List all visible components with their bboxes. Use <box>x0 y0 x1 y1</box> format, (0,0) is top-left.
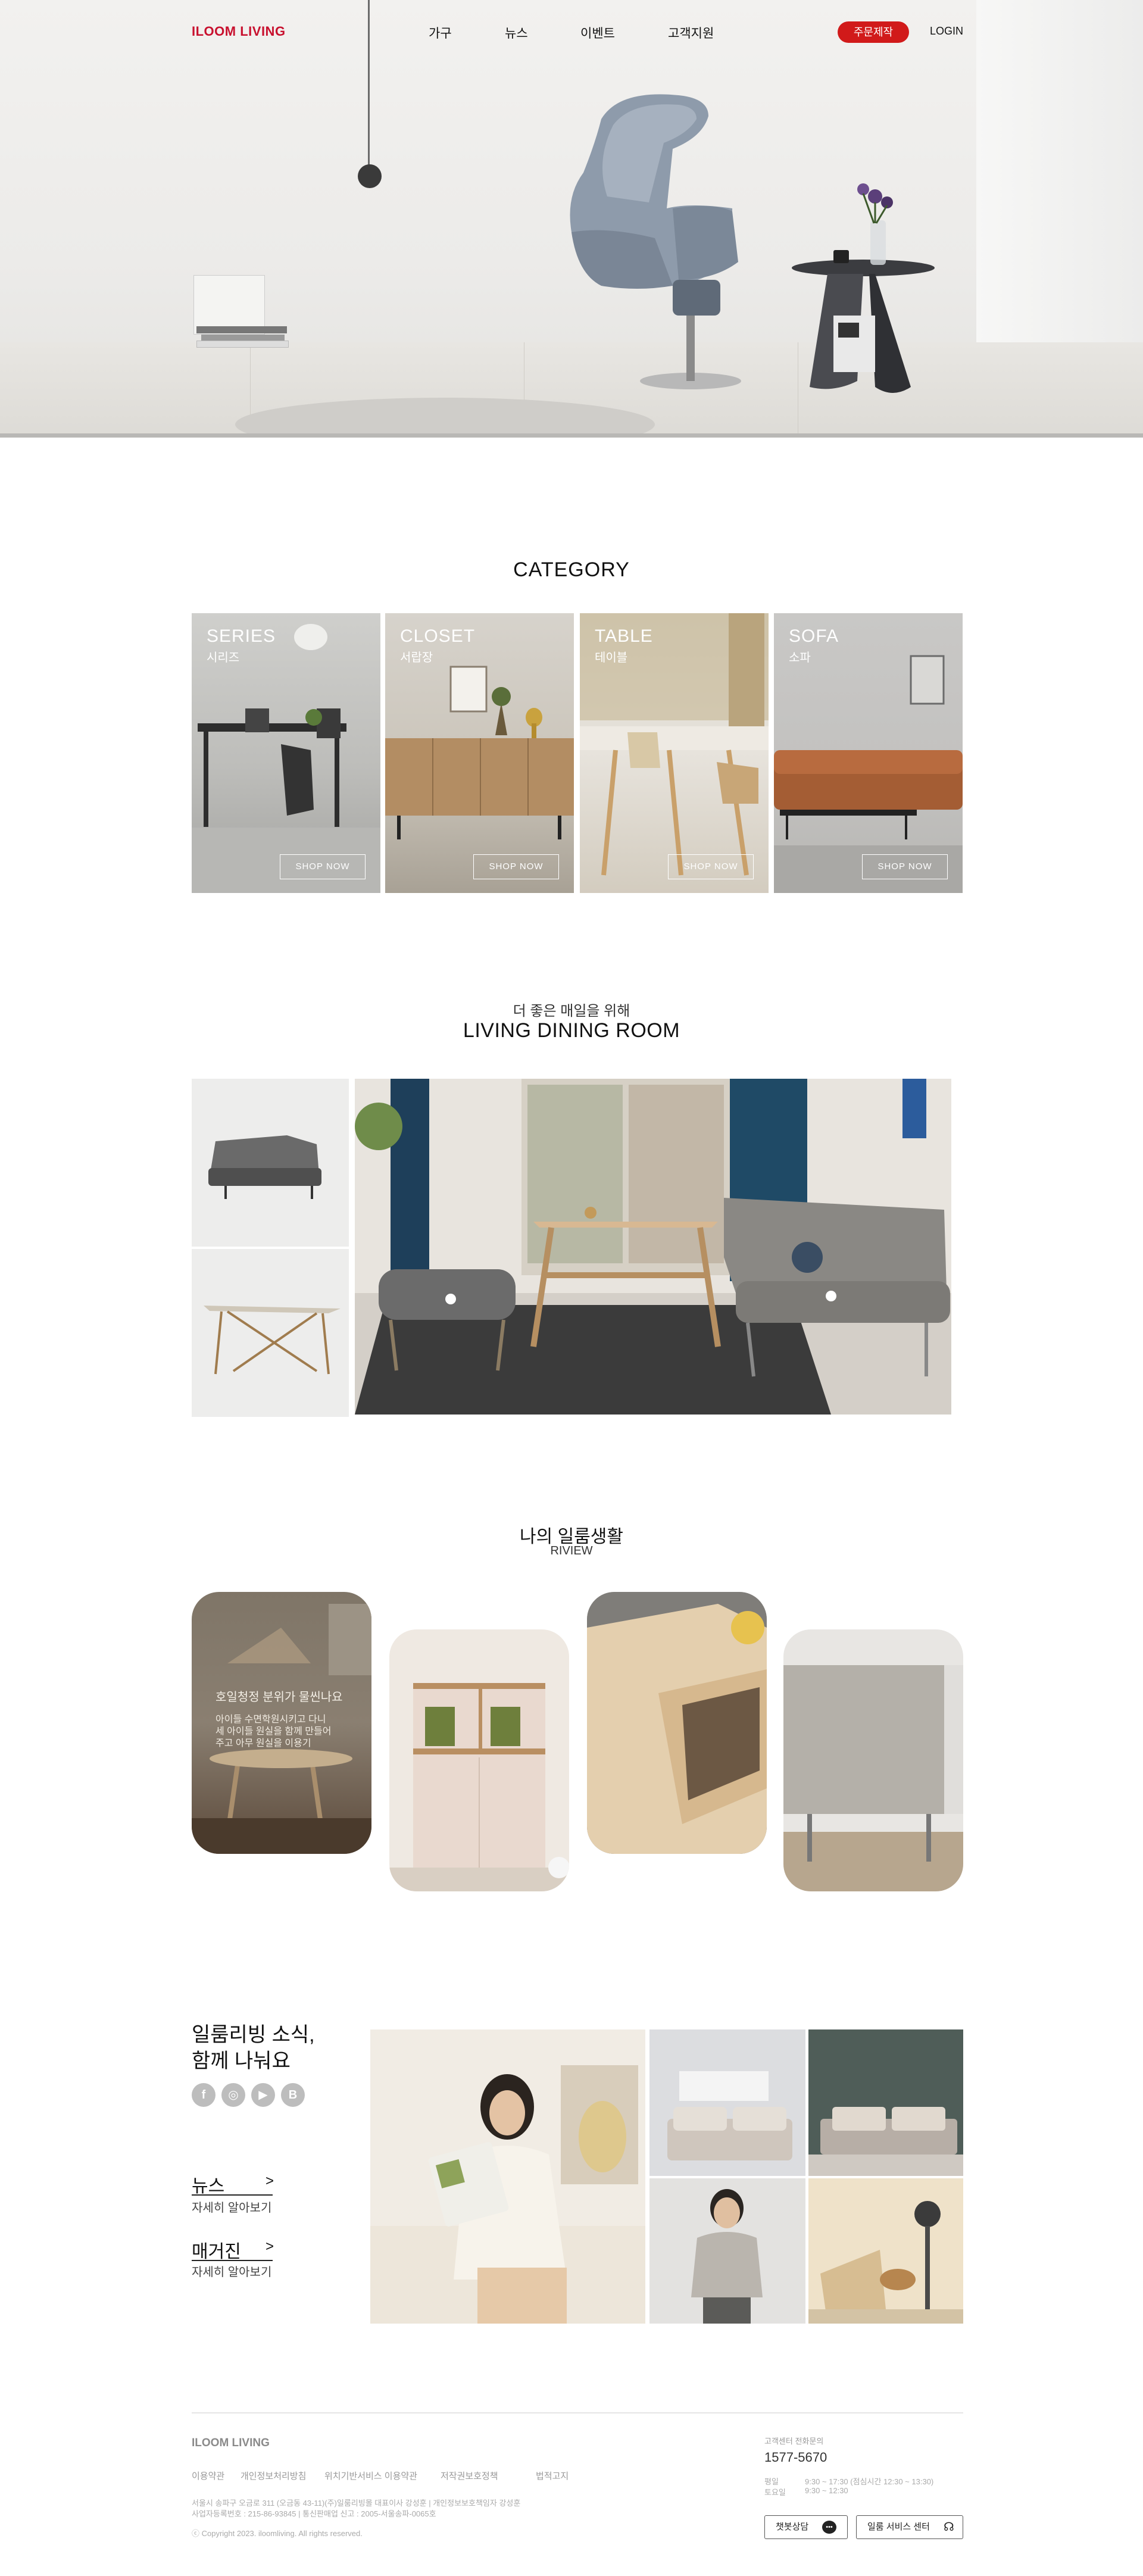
pendant-lamp <box>358 164 382 188</box>
nav-support[interactable]: 고객지원 <box>668 24 714 42</box>
category-card-sofa[interactable]: SOFA 소파 SHOP NOW <box>774 613 963 893</box>
category-title: CATEGORY <box>513 558 630 581</box>
chevron-right-icon[interactable]: > <box>266 2238 274 2255</box>
hero-banner: ILOOM LIVING 가구 뉴스 이벤트 고객지원 주문제작 LOGIN <box>0 0 1143 438</box>
thumb-sofa[interactable] <box>192 1079 349 1247</box>
hours-saturday: 9:30 ~ 12:30 <box>805 2486 848 2495</box>
category-en: TABLE <box>595 626 653 646</box>
review-text: 아이들 수면학원시키고 다니 세 아이들 원실을 함께 만들어 주고 아무 원실… <box>216 1715 332 1748</box>
logo[interactable]: ILOOM LIVING <box>192 24 286 39</box>
facebook-icon[interactable]: f <box>192 2083 216 2107</box>
news-heading: 일룸리빙 소식, 함께 나눠요 <box>192 2024 315 2072</box>
footer-copyright: ⓒ Copyright 2023. iloomliving. All right… <box>192 2529 363 2538</box>
lamp-cord <box>368 0 370 167</box>
footer-link-location[interactable]: 위치기반서비스 이용약관 <box>324 2469 417 2482</box>
category-ko: 서랍장 <box>400 651 433 664</box>
review-card[interactable] <box>587 1592 767 1854</box>
footer-divider <box>192 2412 963 2413</box>
login-link[interactable]: LOGIN <box>930 25 963 38</box>
shop-now-button[interactable]: SHOP NOW <box>668 854 754 879</box>
living-title: LIVING DINING ROOM <box>463 1019 680 1042</box>
cs-phone: 1577-5670 <box>764 2450 827 2465</box>
hero-divider <box>0 433 1143 438</box>
footer-link-copyright[interactable]: 저작권보호정책 <box>441 2469 498 2482</box>
order-button[interactable]: 주문제작 <box>838 21 909 43</box>
news-photo-bed[interactable] <box>649 2029 805 2176</box>
review-card[interactable] <box>783 1629 963 1891</box>
review-heading: 호일청정 분위가 물씬나요 <box>216 1691 343 1704</box>
nav-event[interactable]: 이벤트 <box>580 24 615 42</box>
review-card[interactable]: 호일청정 분위가 물씬나요 아이들 수면학원시키고 다니 세 아이들 원실을 함… <box>192 1592 371 1854</box>
news-link-underline <box>192 2194 273 2196</box>
hours-weekday: 9:30 ~ 17:30 (점심시간 12:30 ~ 13:30) <box>805 2477 934 2486</box>
hours-saturday-label: 토요일 <box>764 2488 786 2497</box>
news-link-sub[interactable]: 자세히 알아보기 <box>192 2198 271 2215</box>
category-ko: 테이블 <box>595 651 628 664</box>
blog-icon[interactable]: B <box>281 2083 305 2107</box>
category-ko: 소파 <box>789 651 811 664</box>
footer-link-privacy[interactable]: 개인정보처리방침 <box>241 2469 306 2482</box>
instagram-icon[interactable]: ◎ <box>221 2083 245 2107</box>
cs-label: 고객센터 전화문의 <box>764 2437 824 2446</box>
review-card[interactable] <box>389 1629 569 1891</box>
hours-weekday-label: 평일 <box>764 2477 779 2486</box>
magazine-link-sub[interactable]: 자세히 알아보기 <box>192 2262 271 2280</box>
category-card-table[interactable]: TABLE 테이블 SHOP NOW <box>580 613 769 893</box>
service-center-button[interactable]: 일룸 서비스 센터 ☊ <box>856 2515 963 2539</box>
news-photo-woman[interactable] <box>370 2029 645 2324</box>
nav-news[interactable]: 뉴스 <box>505 24 528 42</box>
thumb-table[interactable] <box>192 1249 349 1417</box>
footer-link-legal[interactable]: 법적고지 <box>536 2469 569 2482</box>
side-table <box>792 183 935 393</box>
category-ko: 시리즈 <box>207 651 240 664</box>
living-room-photo <box>355 1079 951 1415</box>
news-photo-green-wall[interactable] <box>808 2029 963 2176</box>
magazine-link-underline <box>192 2260 273 2261</box>
shop-now-button[interactable]: SHOP NOW <box>473 854 559 879</box>
book-stack <box>193 275 265 335</box>
nav-furniture[interactable]: 가구 <box>429 24 452 42</box>
footer-address: 서울시 송파구 오금로 311 (오금동 43-11)(주)일룸리빙몰 대표이사… <box>192 2499 521 2508</box>
chevron-right-icon[interactable]: > <box>266 2173 274 2190</box>
chatbot-button[interactable]: 챗봇상담 ••• <box>764 2515 848 2539</box>
news-link[interactable]: 뉴스 <box>192 2171 224 2197</box>
footer-link-terms[interactable]: 이용약관 <box>192 2469 224 2482</box>
review-subtitle: RIVIEW <box>550 1544 593 1557</box>
magazine-link[interactable]: 매거진 <box>192 2237 241 2263</box>
shop-now-button[interactable]: SHOP NOW <box>280 854 366 879</box>
news-photo-cat[interactable] <box>808 2178 963 2324</box>
footer-logo: ILOOM LIVING <box>192 2437 270 2449</box>
category-en: CLOSET <box>400 626 476 646</box>
footer-business-info: 사업자등록번호 : 215-86-93845 | 통신판매업 신고 : 2005… <box>192 2509 436 2518</box>
shop-now-button[interactable]: SHOP NOW <box>862 854 948 879</box>
living-subtitle: 더 좋은 매일을 위해 <box>513 1003 630 1019</box>
news-photo-man[interactable] <box>649 2178 805 2324</box>
category-card-series[interactable]: SERIES 시리즈 SHOP NOW <box>192 613 380 893</box>
chat-bubble-icon: ••• <box>822 2521 836 2534</box>
youtube-icon[interactable]: ▶ <box>251 2083 275 2107</box>
category-en: SERIES <box>207 626 276 646</box>
headset-icon: ☊ <box>944 2521 954 2534</box>
category-card-closet[interactable]: CLOSET 서랍장 SHOP NOW <box>385 613 574 893</box>
category-en: SOFA <box>789 626 839 646</box>
